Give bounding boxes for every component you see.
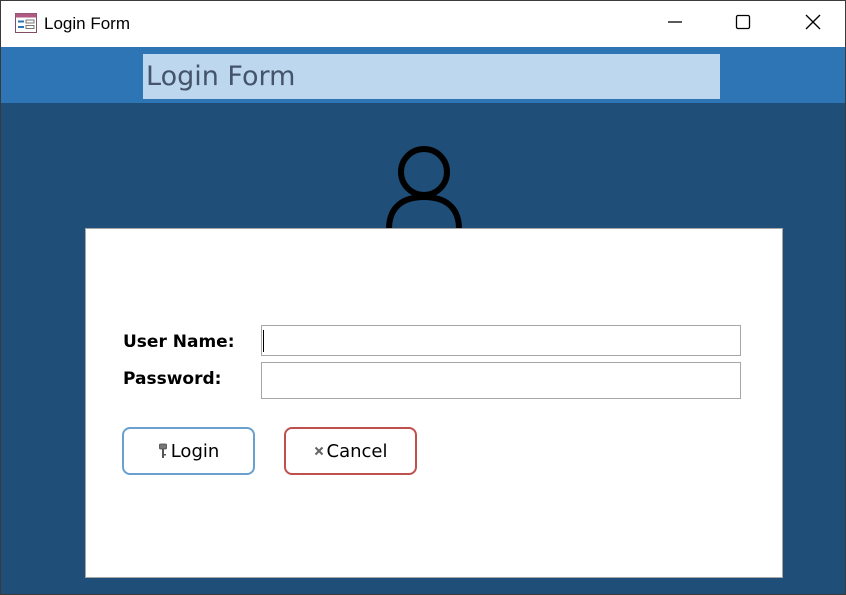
login-button[interactable]: Login xyxy=(122,427,255,475)
user-icon xyxy=(385,145,463,230)
form-icon xyxy=(15,13,37,33)
maximize-icon xyxy=(735,14,751,34)
username-label: User Name: xyxy=(123,332,235,352)
maximize-button[interactable] xyxy=(713,1,773,47)
login-panel: User Name: Password: Login Cancel xyxy=(85,228,783,578)
cancel-button[interactable]: Cancel xyxy=(284,427,417,475)
key-icon xyxy=(158,443,168,459)
text-cursor xyxy=(263,330,264,352)
close-x-icon xyxy=(314,446,324,456)
username-input[interactable] xyxy=(261,325,741,356)
password-input[interactable] xyxy=(261,362,741,399)
form-title: Login Form xyxy=(143,54,720,99)
app-window: Login Form Login Form User Name: Passwor… xyxy=(0,0,846,595)
form-header: Login Form xyxy=(1,47,845,103)
password-label: Password: xyxy=(123,369,222,389)
form-body: User Name: Password: Login Cancel xyxy=(1,103,845,594)
title-bar[interactable]: Login Form xyxy=(1,1,845,47)
close-button[interactable] xyxy=(783,1,843,47)
close-icon xyxy=(805,14,821,34)
minimize-button[interactable] xyxy=(645,1,705,47)
minimize-icon xyxy=(667,14,683,34)
login-button-label: Login xyxy=(170,440,220,462)
window-title: Login Form xyxy=(44,14,130,33)
cancel-button-label: Cancel xyxy=(326,440,388,462)
